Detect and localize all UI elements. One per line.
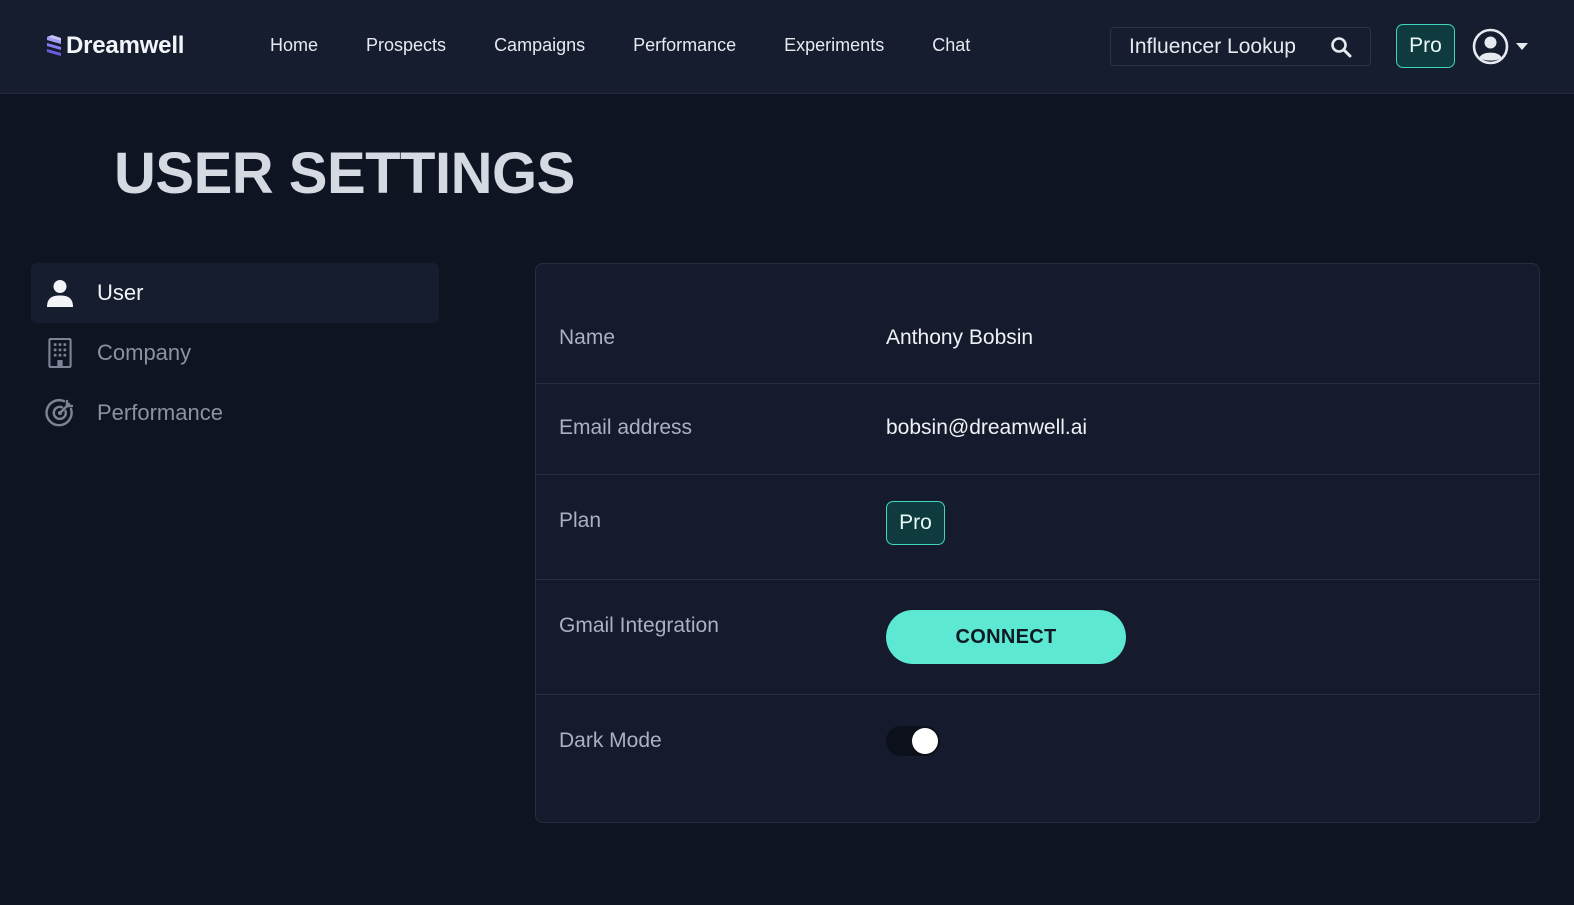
email-value: bobsin@dreamwell.ai xyxy=(886,416,1088,439)
nav-link-prospects[interactable]: Prospects xyxy=(366,33,446,57)
nav-link-campaigns[interactable]: Campaigns xyxy=(494,33,585,57)
plan-badge: Pro xyxy=(886,501,945,545)
nav-link-experiments[interactable]: Experiments xyxy=(784,33,884,57)
top-navbar: Dreamwell Home Prospects Campaigns Perfo… xyxy=(0,0,1574,94)
dark-mode-toggle[interactable] xyxy=(886,726,940,756)
chevron-down-icon xyxy=(1516,42,1528,50)
dreamwell-logo-icon xyxy=(47,35,61,56)
name-value: Anthony Bobsin xyxy=(886,326,1034,349)
nav-link-chat[interactable]: Chat xyxy=(932,33,970,57)
search-icon[interactable] xyxy=(1330,36,1352,58)
sidebar-item-performance[interactable]: Performance xyxy=(31,383,439,443)
toggle-knob xyxy=(912,728,938,754)
user-settings-card: Name Anthony Bobsin Email address bobsin… xyxy=(535,263,1540,823)
building-icon xyxy=(48,338,72,368)
name-label: Name xyxy=(559,326,616,349)
brand-logo-link[interactable]: Dreamwell xyxy=(46,31,184,61)
settings-row-dark-mode: Dark Mode xyxy=(536,695,1539,822)
nav-link-performance[interactable]: Performance xyxy=(633,33,736,57)
sidebar-item-company[interactable]: Company xyxy=(31,323,439,383)
sidebar-item-label: Performance xyxy=(97,400,223,425)
sidebar-item-user[interactable]: User xyxy=(31,263,439,323)
account-menu[interactable] xyxy=(1472,28,1528,65)
sidebar-item-label: User xyxy=(97,280,144,305)
target-icon xyxy=(45,399,74,427)
gmail-integration-label: Gmail Integration xyxy=(559,614,719,637)
nav-link-home[interactable]: Home xyxy=(270,33,318,57)
dark-mode-label: Dark Mode xyxy=(559,729,662,752)
person-icon xyxy=(47,280,73,307)
page-title: USER SETTINGS xyxy=(114,141,575,206)
settings-row-plan: Plan Pro xyxy=(536,475,1539,580)
settings-row-email: Email address bobsin@dreamwell.ai xyxy=(536,384,1539,475)
gmail-connect-button[interactable]: CONNECT xyxy=(886,610,1126,664)
main-nav: Home Prospects Campaigns Performance Exp… xyxy=(270,33,1018,57)
brand-name: Dreamwell xyxy=(66,32,185,59)
plan-label: Plan xyxy=(559,509,602,532)
user-circle-icon xyxy=(1472,28,1509,65)
sidebar-item-label: Company xyxy=(97,340,192,365)
email-label: Email address xyxy=(559,416,693,439)
influencer-lookup-search[interactable]: Influencer Lookup xyxy=(1110,27,1371,66)
settings-row-name: Name Anthony Bobsin xyxy=(536,264,1539,384)
settings-row-gmail: Gmail Integration CONNECT xyxy=(536,580,1539,695)
search-label: Influencer Lookup xyxy=(1129,34,1296,58)
settings-sidebar: User Company Performance xyxy=(31,263,439,443)
plan-chip[interactable]: Pro xyxy=(1396,24,1455,68)
